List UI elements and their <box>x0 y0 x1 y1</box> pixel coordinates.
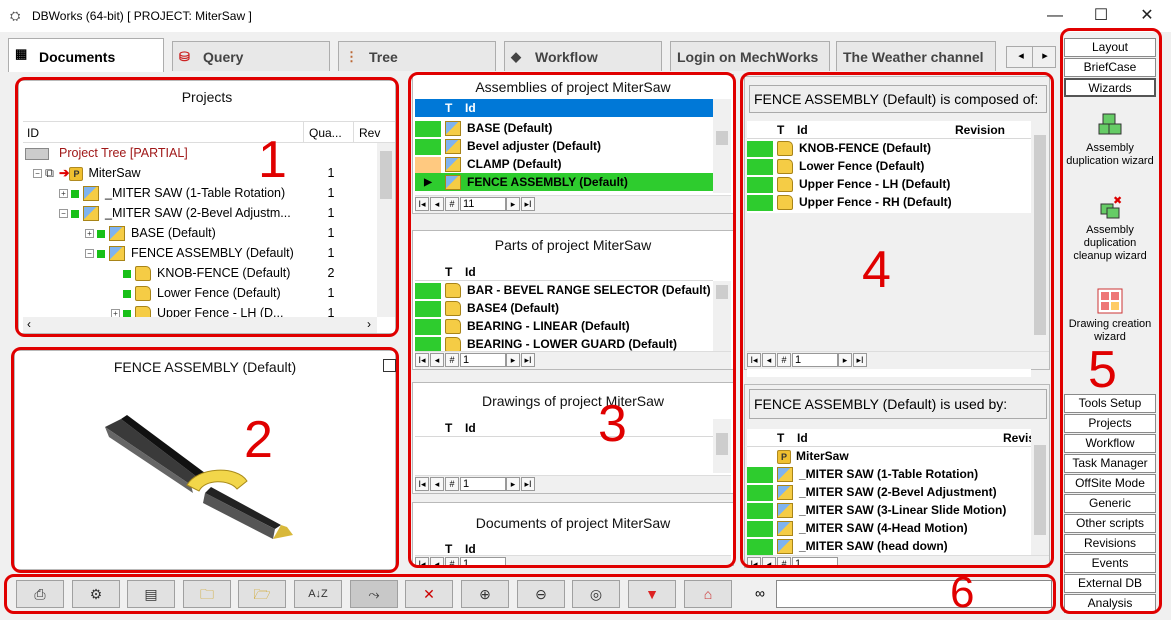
app-logo-icon: ⛭ <box>10 8 21 23</box>
tab-scroll-left-button[interactable]: ◂ <box>1011 49 1031 62</box>
annotation-number-6: 6 <box>950 568 975 617</box>
workflow-icon: ◆ <box>511 49 521 64</box>
annotation-box-1 <box>15 77 399 337</box>
tab-login-mechworks[interactable]: Login on MechWorks <box>670 41 830 71</box>
annotation-number-3: 3 <box>598 395 627 453</box>
annotation-box-6 <box>4 574 1056 614</box>
close-button[interactable]: ✕ <box>1124 4 1170 28</box>
tab-bar: ▦ Documents ⛁ Query ⋮ Tree ◆ Workflow Login … <box>0 36 1058 72</box>
annotation-box-3 <box>408 72 736 568</box>
tab-query[interactable]: ⛁ Query <box>172 41 330 71</box>
tab-tree[interactable]: ⋮ Tree <box>338 41 496 71</box>
tab-documents[interactable]: ▦ Documents <box>8 38 164 72</box>
annotation-box-4 <box>740 72 1054 568</box>
annotation-number-2: 2 <box>244 411 273 469</box>
annotation-box-5 <box>1060 28 1162 614</box>
tab-scroll-divider <box>1032 47 1033 67</box>
tab-scroll-right-button[interactable]: ▸ <box>1035 49 1055 62</box>
tab-workflow[interactable]: ◆ Workflow <box>504 41 662 71</box>
annotation-box-2 <box>11 347 399 573</box>
annotation-number-5: 5 <box>1088 341 1117 399</box>
tree-icon: ⋮ <box>345 49 358 64</box>
tab-scroll-buttons: ◂ ▸ <box>1006 46 1056 68</box>
documents-icon: ▦ <box>15 46 28 61</box>
window-title: DBWorks (64-bit) [ PROJECT: MiterSaw ] <box>32 9 252 23</box>
tab-weather-channel[interactable]: The Weather channel <box>836 41 996 71</box>
minimize-button[interactable]: — <box>1032 4 1078 28</box>
annotation-number-1: 1 <box>258 131 287 189</box>
annotation-number-4: 4 <box>862 241 891 299</box>
title-bar: ⛭ DBWorks (64-bit) [ PROJECT: MiterSaw ]… <box>0 0 1171 32</box>
maximize-button[interactable]: ☐ <box>1078 4 1124 28</box>
database-icon: ⛁ <box>179 49 190 64</box>
